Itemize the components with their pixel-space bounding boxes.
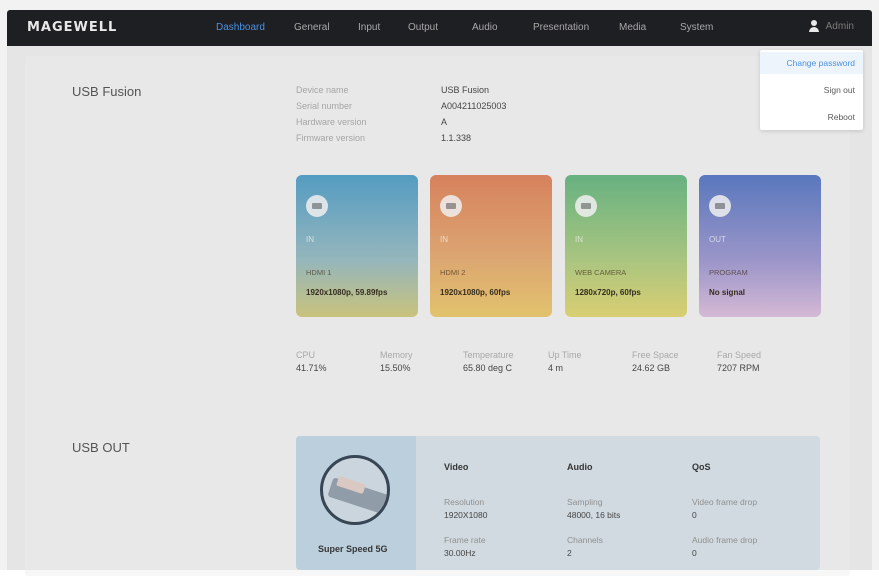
sign-out-item[interactable]: Sign out <box>824 85 855 95</box>
nav-audio[interactable]: Audio <box>472 22 498 33</box>
item-key: Sampling <box>567 497 603 507</box>
usb-audio-frame-drop: Audio frame drop 0 <box>692 535 757 558</box>
info-key: Hardware version <box>296 117 367 127</box>
port-card-hdmi1[interactable]: IN HDMI 1 1920x1080p, 59.89fps <box>296 175 418 317</box>
stat-fan-speed: Fan Speed 7207 RPM <box>717 350 761 373</box>
stat-free-space: Free Space 24.62 GB <box>632 350 679 373</box>
usb-frame-rate: Frame rate 30.00Hz <box>444 535 486 558</box>
info-value: USB Fusion <box>441 85 490 95</box>
nav-presentation[interactable]: Presentation <box>533 22 589 33</box>
usb-out-section-title: USB OUT <box>72 440 130 455</box>
nav-general[interactable]: General <box>294 22 330 33</box>
item-key: Resolution <box>444 497 485 507</box>
usb-video-frame-drop: Video frame drop 0 <box>692 497 757 520</box>
port-name: PROGRAM <box>709 268 748 277</box>
item-value: 0 <box>692 510 697 520</box>
stat-value: 65.80 deg C <box>463 363 513 373</box>
reboot-item[interactable]: Reboot <box>828 112 855 122</box>
usb-channels: Channels 2 <box>567 535 603 558</box>
item-key: Audio frame drop <box>692 535 758 545</box>
user-dropdown-menu: Change password Sign out Reboot <box>760 50 863 130</box>
user-name: Admin <box>825 20 854 32</box>
item-value: 0 <box>692 548 697 558</box>
info-value: A <box>441 117 448 127</box>
stat-key: Up Time <box>548 350 582 360</box>
port-name: WEB CAMERA <box>575 268 627 277</box>
device-section-title: USB Fusion <box>72 84 142 99</box>
nav-system[interactable]: System <box>680 22 713 33</box>
item-value: 1920X1080 <box>444 510 488 520</box>
stat-uptime: Up Time 4 m <box>548 350 582 373</box>
item-key: Video frame drop <box>692 497 758 507</box>
user-menu[interactable]: Admin <box>808 20 854 32</box>
change-password-item[interactable]: Change password <box>786 58 855 68</box>
stat-value: 4 m <box>548 363 564 373</box>
stat-value: 41.71% <box>296 363 327 373</box>
camera-icon <box>575 195 597 217</box>
port-direction: IN <box>575 235 583 244</box>
item-value: 2 <box>567 548 572 558</box>
stat-cpu: CPU 41.71% <box>296 350 327 373</box>
brand-logo: MAGEWELL <box>27 20 118 35</box>
stat-value: 15.50% <box>380 363 411 373</box>
top-navbar: MAGEWELL Dashboard General Input Output … <box>7 10 872 46</box>
nav-input[interactable]: Input <box>358 22 380 33</box>
stat-key: Fan Speed <box>717 350 762 360</box>
item-key: Frame rate <box>444 535 486 545</box>
stat-key: Free Space <box>632 350 679 360</box>
port-signal: 1280x720p, 60fps <box>575 288 641 297</box>
stat-key: Memory <box>380 350 413 360</box>
stat-temperature: Temperature 65.80 deg C <box>463 350 514 373</box>
usb-resolution: Resolution 1920X1080 <box>444 497 488 520</box>
port-signal: No signal <box>709 288 746 297</box>
stat-value: 7207 RPM <box>717 363 760 373</box>
user-icon <box>808 20 820 32</box>
usb-connector-icon <box>320 455 390 525</box>
stat-key: Temperature <box>463 350 514 360</box>
usb-col-video: Video <box>444 462 469 472</box>
program-out-icon <box>709 195 731 217</box>
info-key: Serial number <box>296 101 353 111</box>
port-name: HDMI 2 <box>440 268 466 277</box>
usb-sampling: Sampling 48000, 16 bits <box>567 497 620 520</box>
info-value: A004211025003 <box>441 101 507 111</box>
stat-memory: Memory 15.50% <box>380 350 413 373</box>
port-direction: IN <box>440 235 448 244</box>
nav-media[interactable]: Media <box>619 22 646 33</box>
nav-output[interactable]: Output <box>408 22 438 33</box>
usb-col-qos: QoS <box>692 462 711 472</box>
info-key: Device name <box>296 85 349 95</box>
port-direction: OUT <box>709 235 726 244</box>
port-signal: 1920x1080p, 60fps <box>440 288 511 297</box>
port-card-hdmi2[interactable]: IN HDMI 2 1920x1080p, 60fps <box>430 175 552 317</box>
stat-key: CPU <box>296 350 316 360</box>
usb-col-audio: Audio <box>567 462 593 472</box>
item-key: Channels <box>567 535 603 545</box>
item-value: 48000, 16 bits <box>567 510 621 520</box>
port-card-program[interactable]: OUT PROGRAM No signal <box>699 175 821 317</box>
info-value: 1.1.338 <box>441 133 472 143</box>
port-signal: 1920x1080p, 59.89fps <box>306 288 388 297</box>
device-info: Device name USB Fusion Serial number A00… <box>296 85 601 143</box>
port-name: HDMI 1 <box>306 268 332 277</box>
port-card-webcam[interactable]: IN WEB CAMERA 1280x720p, 60fps <box>565 175 687 317</box>
item-value: 30.00Hz <box>444 548 476 558</box>
stat-value: 24.62 GB <box>632 363 671 373</box>
usb-speed-label: Super Speed 5G <box>318 544 388 554</box>
hdmi-icon <box>440 195 462 217</box>
nav-dashboard[interactable]: Dashboard <box>216 22 265 33</box>
port-direction: IN <box>306 235 314 244</box>
hdmi-icon <box>306 195 328 217</box>
info-key: Firmware version <box>296 133 366 143</box>
